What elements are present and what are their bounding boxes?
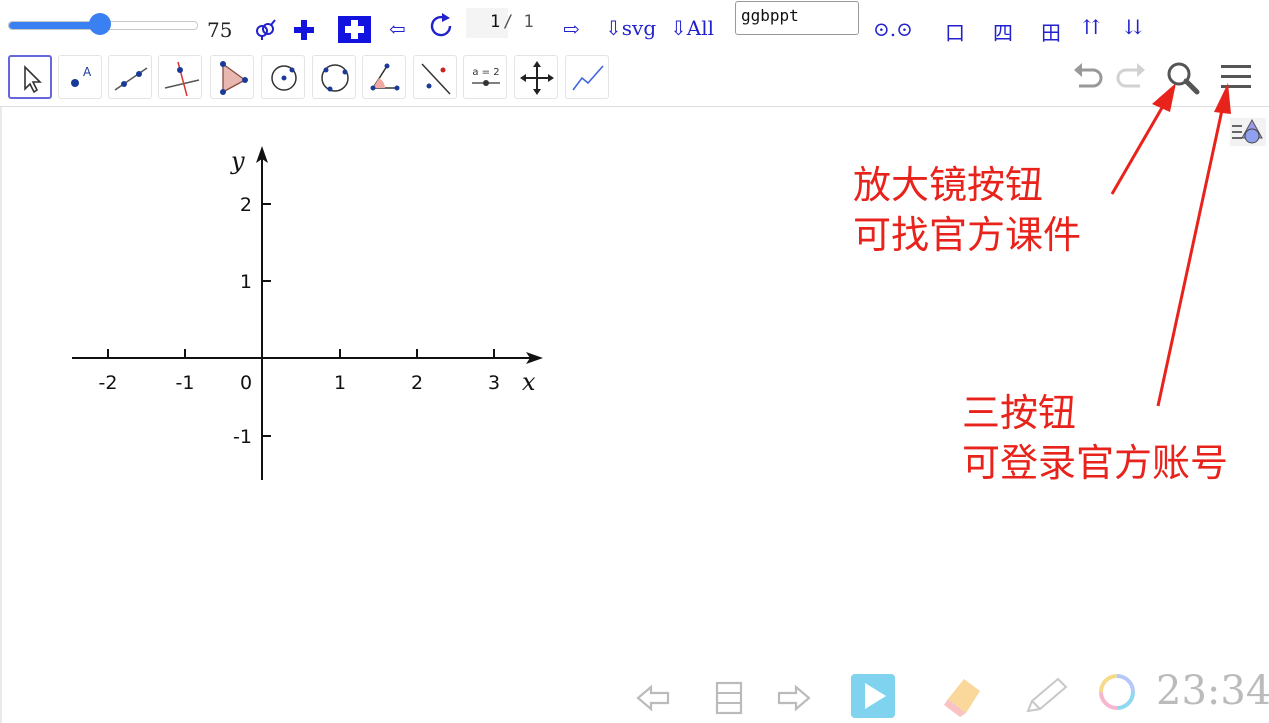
x-tick-label: -2 — [99, 372, 118, 394]
menu-annotation: 三按钮 可登录官方账号 — [962, 388, 1228, 488]
eraser-icon[interactable] — [940, 673, 986, 719]
prev-slide-icon[interactable] — [635, 683, 671, 713]
coordinate-axes: -2 -1 0 1 2 3 2 1 -1 x y — [72, 83, 1231, 480]
play-icon[interactable] — [850, 673, 896, 719]
search-annotation-line2: 可找官方课件 — [853, 213, 1082, 257]
search-annotation: 放大镜按钮 可找官方课件 — [853, 160, 1081, 260]
x-tick-label: 3 — [488, 372, 500, 394]
search-pointer-arrow — [1110, 105, 1165, 195]
x-axis-label: x — [522, 368, 536, 396]
x-tick-label: 1 — [334, 372, 346, 394]
menu-pointer-arrowhead — [1214, 83, 1231, 114]
next-slide-icon[interactable] — [776, 683, 812, 713]
color-wheel-icon[interactable] — [1096, 671, 1138, 713]
menu-annotation-line2: 可登录官方账号 — [962, 441, 1229, 485]
clock: 23:34 — [1156, 668, 1269, 714]
y-tick-label: 1 — [240, 271, 252, 293]
y-tick-label: -1 — [233, 426, 252, 448]
origin-label: 0 — [240, 372, 252, 394]
menu-annotation-line1: 三按钮 — [962, 391, 1077, 435]
x-tick-label: -1 — [176, 372, 195, 394]
x-tick-label: 2 — [411, 372, 423, 394]
y-axis-label: y — [230, 147, 245, 175]
menu-pointer-arrow — [1156, 109, 1224, 407]
slide-list-icon[interactable] — [713, 681, 745, 715]
y-tick-label: 2 — [240, 194, 252, 216]
search-annotation-line1: 放大镜按钮 — [853, 163, 1044, 207]
pen-icon[interactable] — [1022, 675, 1070, 717]
search-pointer-arrowhead — [1152, 83, 1176, 112]
